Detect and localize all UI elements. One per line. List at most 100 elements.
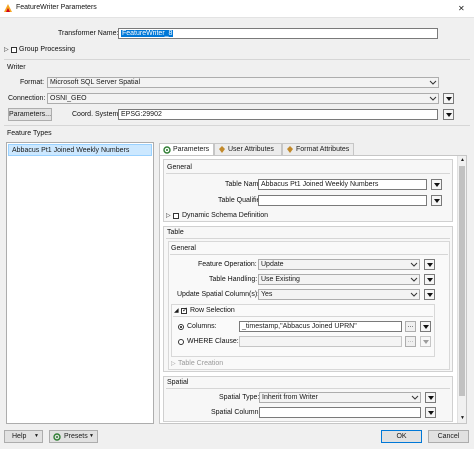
presets-icon [53,433,61,441]
tab-content: General Table Name: Abbacus Pt1 Joined W… [159,155,467,424]
where-clause-label: WHERE Clause: [187,338,239,345]
where-clause-browse-button[interactable]: ... [405,336,416,347]
spatial-column-input[interactable] [259,407,421,418]
help-button[interactable]: Help ▼ [4,430,43,443]
chevron-down-icon [410,277,418,282]
spatial-panel: Spatial Spatial Type: Inherit from Write… [163,376,453,422]
where-clause-radio[interactable] [178,339,184,345]
coord-system-label: Coord. System: [72,111,121,118]
spatial-column-label: Spatial Column: [211,409,261,416]
chevron-down-icon: ▼ [89,433,94,439]
feature-types-section-label: Feature Types [7,130,52,137]
cancel-button[interactable]: Cancel [428,430,469,443]
format-select[interactable]: Microsoft SQL Server Spatial [47,77,439,88]
chevron-down-icon [411,395,419,400]
spatial-column-menu-button[interactable] [425,407,436,418]
table-handling-label: Table Handling: [209,276,258,283]
spatial-section-label: Spatial [167,379,189,386]
dynamic-schema-label: Dynamic Schema Definition [182,212,268,219]
vertical-scrollbar[interactable]: ▲ ▼ [457,156,466,423]
close-icon[interactable]: ✕ [458,4,465,13]
tab-format-attributes[interactable]: Format Attributes [282,143,354,155]
transformer-name-input[interactable]: FeatureWriter_8 [118,28,438,39]
where-clause-menu-button[interactable] [420,336,431,347]
divider [166,173,450,174]
ok-button[interactable]: OK [381,430,422,443]
attribute-tag-icon [219,146,225,153]
divider [173,316,433,317]
dynamic-schema-expander-icon[interactable]: ▷ [166,212,171,219]
transformer-name-value: FeatureWriter_8 [121,30,174,37]
feature-operation-menu-button[interactable] [424,259,435,270]
feature-types-list[interactable]: Abbacus Pt1 Joined Weekly Numbers [6,142,154,424]
group-processing-label: Group Processing [19,46,76,53]
connection-select[interactable]: OSNI_GEO [47,93,439,104]
group-processing-expander-icon[interactable]: ▷ [4,46,9,53]
table-creation-expander-icon[interactable]: ▷ [171,360,176,367]
format-label: Format: [20,79,45,86]
fme-app-icon [4,4,12,12]
scrollbar-thumb[interactable] [459,166,465,396]
scroll-down-icon[interactable]: ▼ [460,415,465,421]
dynamic-schema-checkbox[interactable] [173,213,179,219]
row-selection-expander-icon[interactable]: ◢ [174,307,179,314]
list-item[interactable]: Abbacus Pt1 Joined Weekly Numbers [8,144,152,156]
row-selection-label: Row Selection [190,307,235,314]
tab-label: Format Attributes [296,146,350,153]
group-processing-checkbox[interactable] [11,47,17,53]
divider [166,388,450,389]
update-spatial-select[interactable]: Yes [258,289,420,300]
tab-user-attributes[interactable]: User Attributes [214,143,282,155]
columns-label: Columns: [187,323,217,330]
table-name-input[interactable]: Abbacus Pt1 Joined Weekly Numbers [258,179,427,190]
columns-menu-button[interactable] [420,321,431,332]
where-clause-input[interactable] [239,336,402,347]
title-bar: FeatureWriter Parameters ✕ [0,0,474,18]
chevron-down-icon [429,80,437,85]
feature-operation-select[interactable]: Update [258,259,420,270]
table-handling-select[interactable]: Use Existing [258,274,420,285]
table-name-menu-button[interactable] [431,179,442,190]
divider [166,238,450,239]
spatial-type-menu-button[interactable] [425,392,436,403]
row-selection-checkbox[interactable]: ✓ [181,307,188,314]
divider [4,59,470,60]
table-qualifier-input[interactable] [258,195,427,206]
update-spatial-menu-button[interactable] [424,289,435,300]
chevron-down-icon [410,292,418,297]
connection-menu-button[interactable] [443,93,454,104]
table-handling-menu-button[interactable] [424,274,435,285]
table-section-label: Table [167,229,184,236]
update-spatial-label: Update Spatial Column(s): [177,291,260,298]
presets-button[interactable]: Presets ▼ [49,430,98,443]
coord-system-input[interactable]: EPSG:29902 [118,109,438,120]
table-general-subpanel: General Feature Operation: Update Table … [168,241,450,370]
chevron-down-icon [429,96,437,101]
divider [4,125,470,126]
transformer-name-label: Transformer Name: [58,30,119,37]
gear-icon [163,146,171,154]
attribute-tag-icon [287,146,293,153]
parameters-button[interactable]: Parameters... [8,108,52,121]
table-general-label: General [171,245,196,252]
general-panel: General Table Name: Abbacus Pt1 Joined W… [163,159,453,222]
tab-parameters[interactable]: Parameters [159,143,214,155]
table-creation-label: Table Creation [178,360,224,367]
columns-radio[interactable] [178,324,184,330]
tab-label: User Attributes [228,146,274,153]
scroll-up-icon[interactable]: ▲ [460,157,465,163]
row-selection-group: ◢ ✓ Row Selection Columns: _timestamp,"A… [171,304,435,357]
feature-type-label: Abbacus Pt1 Joined Weekly Numbers [12,147,130,154]
table-qualifier-menu-button[interactable] [431,195,442,206]
divider [170,254,448,255]
spatial-type-select[interactable]: Inherit from Writer [259,392,421,403]
chevron-down-icon [410,262,418,267]
chevron-down-icon: ▼ [34,433,39,439]
window-title: FeatureWriter Parameters [16,4,97,11]
columns-browse-button[interactable]: ... [405,321,416,332]
feature-operation-label: Feature Operation: [198,261,257,268]
connection-label: Connection: [8,95,46,102]
coord-system-menu-button[interactable] [443,109,454,120]
writer-section-label: Writer [7,64,26,71]
columns-input[interactable]: _timestamp,"Abbacus Joined UPRN" [239,321,402,332]
